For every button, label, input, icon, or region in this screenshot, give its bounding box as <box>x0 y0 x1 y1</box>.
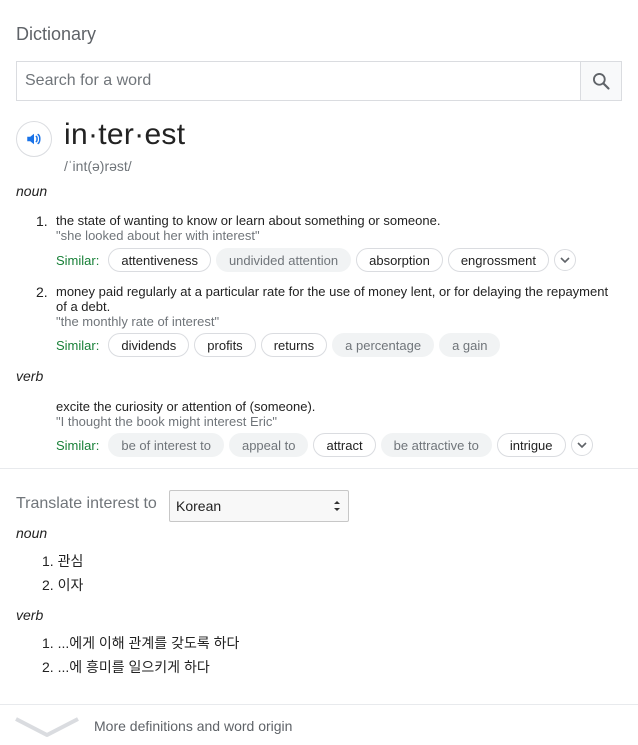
similar-chip[interactable]: attentiveness <box>108 248 211 272</box>
search-input[interactable] <box>17 62 580 100</box>
similar-chip[interactable]: a gain <box>439 333 501 357</box>
chevron-down-icon <box>15 717 79 737</box>
definition-example: "the monthly rate of interest" <box>56 314 220 329</box>
section-divider <box>0 468 638 469</box>
similar-row: Similar: be of interest to appeal to att… <box>56 433 593 457</box>
similar-chip[interactable]: profits <box>194 333 256 357</box>
similar-chip[interactable]: intrigue <box>496 433 566 457</box>
similar-chip[interactable]: dividends <box>108 333 190 357</box>
definition-text: money paid regularly at a particular rat… <box>56 284 609 314</box>
expand-similar-button[interactable] <box>553 249 576 271</box>
similar-chip[interactable]: attract <box>313 433 376 457</box>
select-arrows-icon <box>334 501 340 511</box>
similar-label: Similar: <box>56 252 100 268</box>
more-definitions-link[interactable]: More definitions and word origin <box>0 705 638 745</box>
similar-chip[interactable]: returns <box>260 333 328 357</box>
chevron-down-icon <box>576 442 587 449</box>
similar-chip[interactable]: engrossment <box>447 248 549 272</box>
pos-verb: verb <box>16 368 44 384</box>
page-title: Dictionary <box>16 24 97 44</box>
similar-chip[interactable]: be attractive to <box>380 433 492 457</box>
similar-chip[interactable]: a percentage <box>332 333 435 357</box>
definition-number: 2. <box>36 284 48 300</box>
similar-label: Similar: <box>56 437 100 453</box>
translation-item: 1. 관심 <box>42 553 84 569</box>
definition-example: "I thought the book might interest Eric" <box>56 414 277 429</box>
translate-label: Translate interest to <box>16 495 157 512</box>
similar-chip[interactable]: appeal to <box>228 433 309 457</box>
search-button[interactable] <box>580 62 621 100</box>
similar-label: Similar: <box>56 337 100 353</box>
chevron-down-icon <box>560 257 570 264</box>
translation-item: 1. ...에게 이해 관계를 갖도록 하다 <box>42 635 240 651</box>
language-select[interactable]: Korean <box>169 490 349 522</box>
search-icon <box>593 73 610 90</box>
headword: in·ter·est <box>64 118 186 151</box>
speaker-icon <box>27 133 41 145</box>
translation-item: 2. ...에 흥미를 일으키게 하다 <box>42 659 210 675</box>
translation-item: 2. 이자 <box>42 577 84 593</box>
translate-pos-verb: verb <box>16 607 44 623</box>
pos-noun: noun <box>16 183 48 199</box>
definition-text: the state of wanting to know or learn ab… <box>56 213 441 228</box>
definition-number: 1. <box>36 213 48 229</box>
more-definitions-text: More definitions and word origin <box>94 718 293 734</box>
definition-example: "she looked about her with interest" <box>56 228 260 243</box>
phonetic: /ˈint(ə)rəst/ <box>64 158 132 174</box>
similar-chip[interactable]: be of interest to <box>108 433 224 457</box>
similar-chip[interactable]: undivided attention <box>215 248 352 272</box>
similar-chip[interactable]: absorption <box>356 248 443 272</box>
similar-row: Similar: attentiveness undivided attenti… <box>56 248 576 272</box>
translate-pos-noun: noun <box>16 525 48 541</box>
expand-similar-button[interactable] <box>570 434 593 456</box>
language-select-value: Korean <box>176 498 222 514</box>
similar-row: Similar: dividends profits returns a per… <box>56 333 501 357</box>
pronunciation-button[interactable] <box>16 121 52 157</box>
search-bar <box>16 61 622 101</box>
definition-text: excite the curiosity or attention of (so… <box>56 399 316 414</box>
